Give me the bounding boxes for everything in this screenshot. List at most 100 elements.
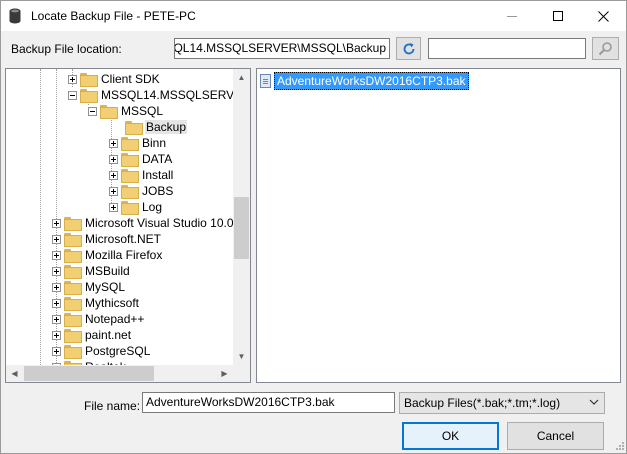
resize-grip-icon[interactable] <box>613 441 625 453</box>
expand-icon[interactable] <box>68 74 77 84</box>
folder-icon <box>64 281 82 295</box>
tree-item-label: MSSQL <box>121 104 164 118</box>
tree-item-label: Backup <box>145 120 188 134</box>
file-name-label: File name: <box>84 399 141 413</box>
ok-button[interactable]: OK <box>402 422 499 450</box>
expand-icon[interactable] <box>109 186 118 196</box>
folder-icon <box>121 169 139 183</box>
cancel-button[interactable]: Cancel <box>507 422 604 450</box>
tree-item-label: MySQL <box>85 280 126 294</box>
folder-icon <box>125 121 143 135</box>
file-name-field[interactable]: AdventureWorksDW2016CTP3.bak <box>142 392 395 413</box>
expand-icon[interactable] <box>52 330 61 340</box>
horizontal-scroll-thumb[interactable] <box>24 366 154 381</box>
file-type-select[interactable]: Backup Files(*.bak;*.tm;*.log) <box>399 392 605 414</box>
file-name-value: AdventureWorksDW2016CTP3.bak <box>146 395 335 409</box>
file-type-value: Backup Files(*.bak;*.tm;*.log) <box>404 396 561 410</box>
tree-item-log[interactable]: Log <box>109 199 163 215</box>
tree-item-mssql14-mssqlserver[interactable]: MSSQL14.MSSQLSERVER <box>68 87 251 103</box>
folder-icon <box>64 329 82 343</box>
database-icon <box>9 8 21 24</box>
folder-icon <box>121 137 139 151</box>
scroll-down-arrow-icon[interactable]: ▼ <box>233 348 250 365</box>
cancel-button-label: Cancel <box>536 429 575 443</box>
file-item-label: AdventureWorksDW2016CTP3.bak <box>274 71 469 90</box>
title-bar[interactable]: Locate Backup File - PETE-PC <box>1 1 626 31</box>
maximize-icon <box>553 11 563 21</box>
tree-item-data[interactable]: DATA <box>109 151 173 167</box>
tree-item-mythicsoft[interactable]: Mythicsoft <box>52 295 140 311</box>
tree-item-label: Mozilla Firefox <box>85 248 163 262</box>
folder-icon <box>80 89 98 103</box>
close-button[interactable] <box>580 1 626 31</box>
expand-icon[interactable] <box>52 234 61 244</box>
collapse-icon[interactable] <box>68 90 77 100</box>
scroll-up-arrow-icon[interactable]: ▲ <box>233 69 250 86</box>
tree-item-mozilla-firefox[interactable]: Mozilla Firefox <box>52 247 163 263</box>
folder-tree[interactable]: Client SDK MSSQL14.MSSQLSERVER MSSQL Bac… <box>5 68 251 383</box>
expand-icon[interactable] <box>52 266 61 276</box>
refresh-icon <box>403 42 414 54</box>
folder-icon <box>64 345 82 359</box>
minimize-button[interactable] <box>489 1 535 31</box>
expand-icon[interactable] <box>52 314 61 324</box>
tree-item-label: MSBuild <box>85 264 130 278</box>
tree-item-paint-net[interactable]: paint.net <box>52 327 132 343</box>
tree-item-microsoft-visual-studio[interactable]: Microsoft Visual Studio 10.0 <box>52 215 235 231</box>
folder-icon <box>64 265 82 279</box>
vertical-scroll-thumb[interactable] <box>234 197 249 259</box>
backup-location-field[interactable]: MSSQL14.MSSQLSERVER\MSSQL\Backup <box>174 38 390 59</box>
backup-location-value: MSSQL14.MSSQLSERVER\MSSQL\Backup <box>174 41 386 55</box>
tree-item-microsoft-net[interactable]: Microsoft.NET <box>52 231 162 247</box>
tree-item-mssql[interactable]: MSSQL <box>88 103 164 119</box>
file-list[interactable]: AdventureWorksDW2016CTP3.bak <box>256 68 621 383</box>
expand-icon[interactable] <box>52 346 61 356</box>
folder-icon <box>64 297 82 311</box>
tree-item-binn[interactable]: Binn <box>109 135 167 151</box>
tree-item-label: JOBS <box>142 184 174 198</box>
scroll-right-arrow-icon[interactable]: ▶ <box>216 365 233 382</box>
folder-icon <box>80 73 98 87</box>
expand-icon[interactable] <box>109 154 118 164</box>
scroll-left-arrow-icon[interactable]: ◀ <box>6 365 23 382</box>
expand-icon[interactable] <box>52 298 61 308</box>
search-button[interactable] <box>592 37 619 60</box>
search-input[interactable] <box>428 38 586 59</box>
tree-item-client-sdk[interactable]: Client SDK <box>68 71 161 87</box>
folder-icon <box>64 233 82 247</box>
tree-item-label: DATA <box>142 152 173 166</box>
locate-backup-file-dialog: Locate Backup File - PETE-PC Backup File… <box>0 0 627 454</box>
expand-icon[interactable] <box>109 202 118 212</box>
tree-item-install[interactable]: Install <box>109 167 174 183</box>
tree-item-label: paint.net <box>85 328 132 342</box>
tree-item-jobs[interactable]: JOBS <box>109 183 174 199</box>
tree-item-mysql[interactable]: MySQL <box>52 279 126 295</box>
expand-icon[interactable] <box>52 282 61 292</box>
backup-location-label: Backup File location: <box>11 42 122 56</box>
tree-item-postgresql[interactable]: PostgreSQL <box>52 343 151 359</box>
tree-item-notepad-plus-plus[interactable]: Notepad++ <box>52 311 145 327</box>
maximize-button[interactable] <box>535 1 581 31</box>
tree-item-label: Microsoft.NET <box>85 232 162 246</box>
close-icon <box>597 10 609 22</box>
tree-item-msbuild[interactable]: MSBuild <box>52 263 131 279</box>
expand-icon[interactable] <box>52 250 61 260</box>
tree-item-backup[interactable]: Backup <box>125 119 188 135</box>
tree-item-label: Install <box>142 168 174 182</box>
file-icon <box>260 73 271 88</box>
refresh-button[interactable] <box>396 37 421 60</box>
folder-icon <box>64 313 82 327</box>
collapse-icon[interactable] <box>88 106 97 116</box>
expand-icon[interactable] <box>109 170 118 180</box>
tree-horizontal-scrollbar[interactable]: ◀ ▶ <box>6 365 233 382</box>
file-item-adventureworks[interactable]: AdventureWorksDW2016CTP3.bak <box>260 71 469 90</box>
tree-item-label: Client SDK <box>101 72 160 86</box>
folder-icon <box>100 105 118 119</box>
window-title: Locate Backup File - PETE-PC <box>31 9 196 23</box>
tree-item-label: MSSQL14.MSSQLSERVER <box>101 88 251 102</box>
minimize-icon <box>507 15 517 17</box>
folder-icon <box>121 201 139 215</box>
expand-icon[interactable] <box>109 138 118 148</box>
expand-icon[interactable] <box>52 218 61 228</box>
tree-vertical-scrollbar[interactable]: ▲ ▼ <box>233 69 250 365</box>
